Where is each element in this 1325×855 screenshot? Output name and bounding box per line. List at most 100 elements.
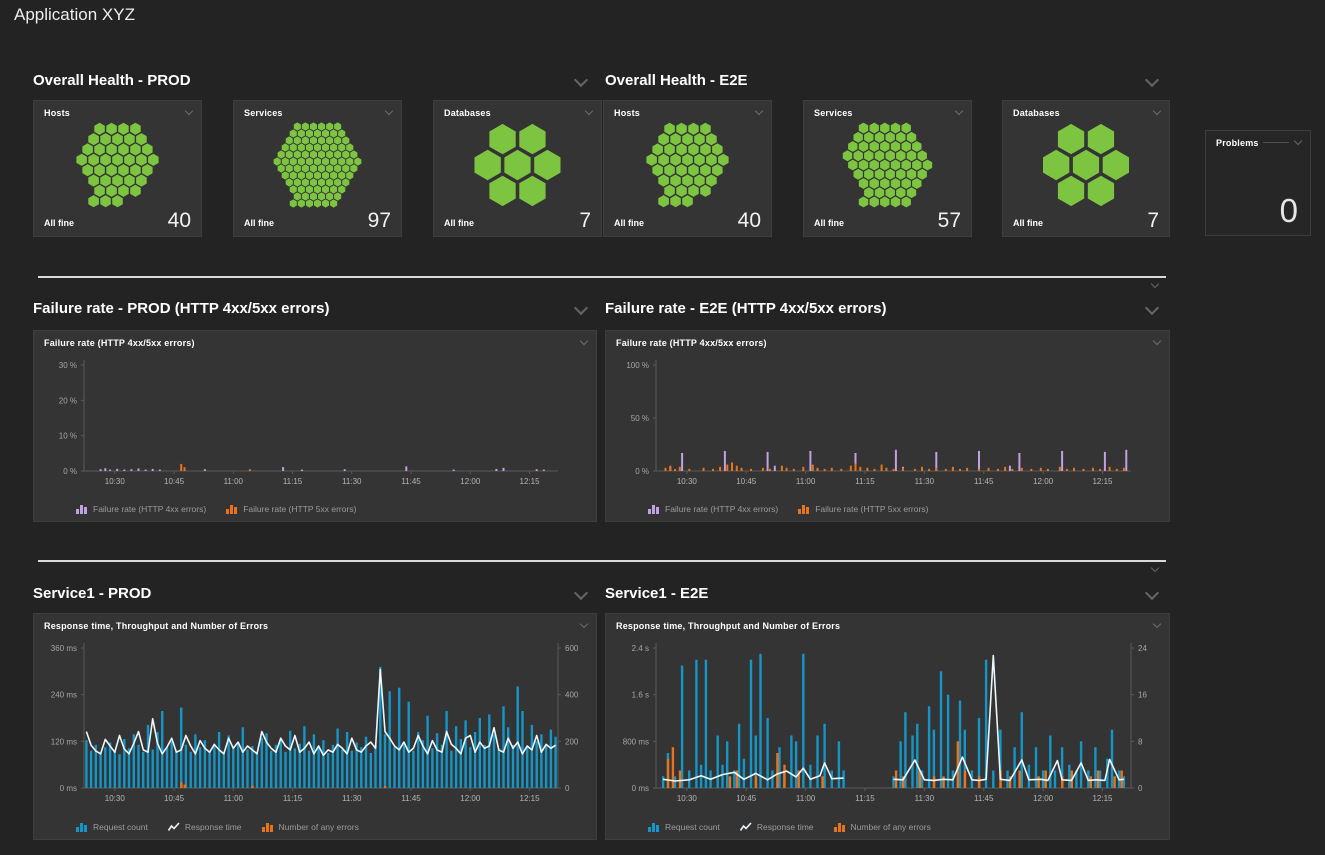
chevron-down-icon[interactable] — [1153, 337, 1161, 345]
chevron-down-icon[interactable] — [585, 107, 593, 115]
svg-text:12:00: 12:00 — [1033, 477, 1054, 486]
svg-text:11:00: 11:00 — [796, 477, 816, 486]
problems-count: 0 — [1280, 194, 1298, 227]
chart-tile-service-e2e[interactable]: Response time, Throughput and Number of … — [605, 613, 1170, 840]
legend-item-bars[interactable]: Number of any errors — [834, 822, 931, 832]
legend-item-bars[interactable]: Failure rate (HTTP 4xx errors) — [76, 504, 206, 514]
svg-text:12:15: 12:15 — [1092, 794, 1113, 803]
failure-rate-e2e-plot[interactable]: 0 %50 %100 %10:3010:4511:0011:1511:3011:… — [606, 355, 1169, 495]
legend-label: Request count — [93, 822, 148, 832]
chevron-down-icon[interactable] — [574, 301, 588, 315]
tile-hosts-prod[interactable]: Hosts All fine40 — [33, 100, 202, 237]
tile-title: Databases — [1013, 108, 1060, 118]
chevron-down-icon[interactable] — [1151, 280, 1159, 288]
legend-item-line[interactable]: Response time — [168, 822, 242, 832]
tile-title: Services — [814, 108, 853, 118]
status-label: All fine — [44, 218, 74, 231]
legend-item-bars[interactable]: Number of any errors — [262, 822, 359, 832]
chart-title: Response time, Throughput and Number of … — [616, 621, 840, 631]
tile-hosts-e2e[interactable]: Hosts All fine40 — [603, 100, 772, 237]
svg-text:11:45: 11:45 — [974, 477, 994, 486]
svg-text:10 %: 10 % — [59, 432, 77, 441]
legend-item-bars[interactable]: Failure rate (HTTP 5xx errors) — [798, 504, 928, 514]
legend-item-bars[interactable]: Request count — [76, 822, 148, 832]
section-header-service-prod: Service1 - PROD — [33, 583, 586, 603]
svg-text:30 %: 30 % — [59, 361, 77, 370]
service-prod-plot[interactable]: 0 ms120 ms240 ms360 ms020040060010:3010:… — [34, 638, 596, 812]
svg-text:11:00: 11:00 — [224, 794, 244, 803]
chevron-down-icon[interactable] — [1145, 586, 1159, 600]
bar-chart-icon — [262, 822, 274, 832]
svg-text:11:00: 11:00 — [224, 477, 244, 486]
tile-services-prod[interactable]: Services All fine97 — [233, 100, 402, 237]
legend-label: Failure rate (HTTP 5xx errors) — [815, 504, 928, 514]
svg-text:360 ms: 360 ms — [51, 644, 77, 653]
svg-text:800 ms: 800 ms — [623, 737, 649, 746]
chevron-down-icon[interactable] — [1153, 620, 1161, 628]
chevron-down-icon[interactable] — [1153, 107, 1161, 115]
svg-text:12:00: 12:00 — [460, 794, 481, 803]
bar-chart-icon — [226, 504, 238, 514]
svg-text:10:45: 10:45 — [164, 794, 185, 803]
legend-label: Response time — [757, 822, 814, 832]
svg-text:11:15: 11:15 — [283, 477, 303, 486]
legend-item-bars[interactable]: Failure rate (HTTP 4xx errors) — [648, 504, 778, 514]
svg-text:11:30: 11:30 — [342, 477, 362, 486]
section-title-health-prod: Overall Health - PROD — [33, 72, 191, 89]
chevron-down-icon[interactable] — [580, 337, 588, 345]
honeycomb-chart — [1003, 121, 1169, 209]
svg-text:0: 0 — [565, 784, 570, 793]
svg-text:10:45: 10:45 — [736, 794, 757, 803]
svg-text:11:45: 11:45 — [974, 794, 994, 803]
legend-item-line[interactable]: Response time — [740, 822, 814, 832]
svg-text:10:30: 10:30 — [677, 477, 698, 486]
tile-services-e2e[interactable]: Services All fine57 — [803, 100, 972, 237]
status-label: All fine — [614, 218, 644, 231]
chevron-down-icon[interactable] — [574, 73, 588, 87]
chevron-down-icon[interactable] — [1145, 301, 1159, 315]
chart-tile-failure-e2e[interactable]: Failure rate (HTTP 4xx/5xx errors) 0 %50… — [605, 330, 1170, 522]
chevron-down-icon[interactable] — [385, 107, 393, 115]
legend-label: Failure rate (HTTP 4xx errors) — [93, 504, 206, 514]
chevron-down-icon[interactable] — [1294, 137, 1302, 145]
chart-title: Failure rate (HTTP 4xx/5xx errors) — [44, 338, 195, 348]
svg-text:24: 24 — [1138, 644, 1147, 653]
entity-count: 7 — [579, 210, 591, 231]
svg-text:11:15: 11:15 — [855, 477, 875, 486]
legend-label: Request count — [665, 822, 720, 832]
chart-tile-failure-prod[interactable]: Failure rate (HTTP 4xx/5xx errors) 0 %10… — [33, 330, 597, 522]
line-icon — [168, 822, 180, 832]
chevron-down-icon[interactable] — [1145, 73, 1159, 87]
section-header-service-e2e: Service1 - E2E — [605, 583, 1157, 603]
svg-text:8: 8 — [1138, 737, 1143, 746]
chevron-down-icon[interactable] — [185, 107, 193, 115]
section-title-failure-prod: Failure rate - PROD (HTTP 4xx/5xx errors… — [33, 300, 330, 317]
svg-text:200: 200 — [565, 737, 579, 746]
tile-title: Databases — [444, 108, 491, 118]
bar-chart-icon — [648, 822, 660, 832]
svg-text:2.4 s: 2.4 s — [632, 644, 649, 653]
tile-databases-prod[interactable]: Databases All fine 7 — [433, 100, 602, 237]
legend-label: Failure rate (HTTP 5xx errors) — [243, 504, 356, 514]
legend-label: Response time — [185, 822, 242, 832]
section-divider — [38, 276, 1166, 278]
chevron-down-icon[interactable] — [1151, 564, 1159, 572]
chevron-down-icon[interactable] — [755, 107, 763, 115]
tile-databases-e2e[interactable]: Databases All fine7 — [1002, 100, 1170, 237]
legend-item-bars[interactable]: Request count — [648, 822, 720, 832]
chevron-down-icon[interactable] — [580, 620, 588, 628]
status-label: All fine — [444, 218, 474, 231]
service-e2e-plot[interactable]: 0 ms800 ms1.6 s2.4 s08162410:3010:4511:0… — [606, 638, 1169, 812]
trend-placeholder-line — [1263, 142, 1289, 143]
svg-text:16: 16 — [1138, 691, 1147, 700]
legend-item-bars[interactable]: Failure rate (HTTP 5xx errors) — [226, 504, 356, 514]
failure-rate-prod-plot[interactable]: 0 %10 %20 %30 %10:3010:4511:0011:1511:30… — [34, 355, 596, 495]
svg-text:240 ms: 240 ms — [51, 691, 77, 700]
chevron-down-icon[interactable] — [574, 586, 588, 600]
svg-text:11:45: 11:45 — [401, 794, 421, 803]
tile-title: Hosts — [614, 108, 640, 118]
tile-problems[interactable]: Problems 0 — [1205, 130, 1311, 236]
chart-tile-service-prod[interactable]: Response time, Throughput and Number of … — [33, 613, 597, 840]
chevron-down-icon[interactable] — [955, 107, 963, 115]
honeycomb-chart — [434, 121, 601, 209]
